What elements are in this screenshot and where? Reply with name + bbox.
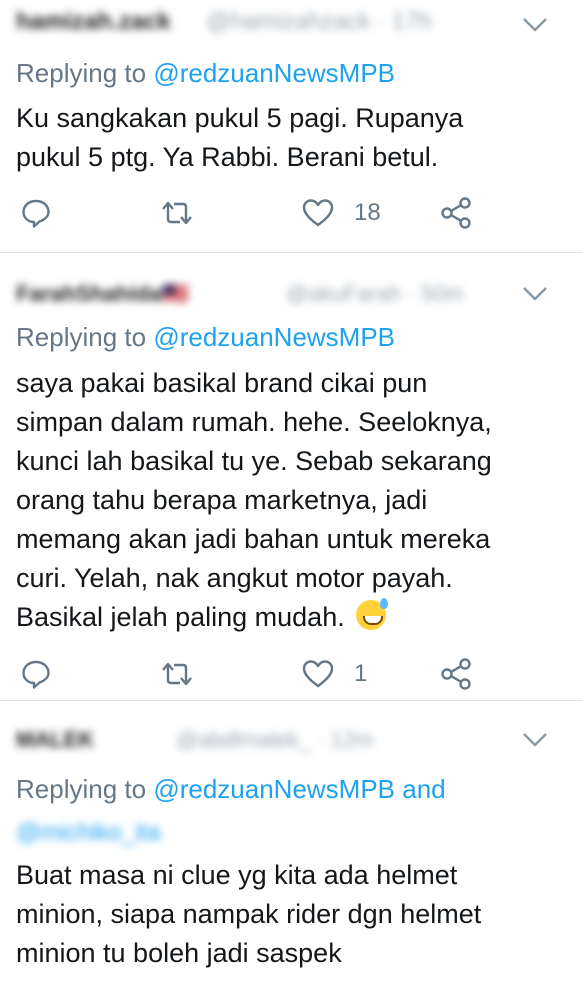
sweat-smile-emoji: [356, 598, 389, 630]
tweet-text: Ku sangkakan pukul 5 pagi. Rupanya pukul…: [16, 103, 464, 172]
like-count: 18: [354, 199, 381, 226]
tweet-3[interactable]: MALEK @abdlmalek_ · 12m Replying to @red…: [0, 701, 582, 995]
author-name[interactable]: FarahShahida🇲🇾: [16, 281, 189, 307]
retweet-icon: [162, 662, 192, 686]
like-count: 1: [354, 660, 368, 687]
replying-to: Replying to @redzuanNewsMPB and: [16, 774, 446, 804]
tweet-1[interactable]: hamizah.zack @hamizahzack · 17h Replying…: [0, 0, 582, 253]
tweet-header: MALEK @abdlmalek_ · 12m: [16, 701, 566, 752]
chevron-down-icon[interactable]: [522, 285, 548, 303]
retweet-icon: [162, 201, 192, 225]
reply-icon: [22, 660, 50, 689]
mention-link[interactable]: @redzuanNewsMPB: [153, 58, 395, 88]
share-icon: [441, 197, 471, 229]
mention-link[interactable]: @redzuanNewsMPB: [153, 322, 395, 352]
retweet-button[interactable]: [160, 654, 194, 694]
tweet-header: FarahShahida🇲🇾 @akuFarah · 50m: [16, 253, 566, 306]
author-handle: @akuFarah · 50m: [286, 281, 464, 306]
like-button[interactable]: 18: [302, 193, 381, 233]
tweet-2[interactable]: FarahShahida🇲🇾 @akuFarah · 50m Replying …: [0, 253, 582, 701]
heart-icon: [302, 660, 334, 688]
chevron-down-icon[interactable]: [522, 16, 548, 34]
chevron-down-icon[interactable]: [522, 731, 548, 749]
author-handle: @hamizahzack · 17h: [206, 8, 432, 35]
mention-link[interactable]: @redzuanNewsMPB and: [153, 774, 445, 804]
share-icon: [441, 658, 471, 690]
tweet-actions: 18: [0, 193, 582, 233]
share-button[interactable]: [440, 654, 474, 694]
tweet-text: saya pakai basikal brand cikai pun simpa…: [16, 368, 492, 632]
reply-button[interactable]: [20, 193, 52, 233]
replying-to: Replying to @redzuanNewsMPB: [16, 58, 396, 88]
tweet-header: hamizah.zack @hamizahzack · 17h: [16, 0, 566, 40]
replying-to: Replying to @redzuanNewsMPB: [16, 322, 396, 352]
reply-button[interactable]: [20, 654, 52, 694]
tweet-text: Buat masa ni clue yg kita ada helmet min…: [16, 860, 482, 968]
heart-icon: [302, 199, 334, 227]
tweet-actions: 1: [0, 654, 582, 694]
author-name[interactable]: hamizah.zack: [16, 8, 171, 36]
author-name[interactable]: MALEK: [16, 727, 94, 753]
share-button[interactable]: [440, 193, 474, 233]
reply-icon: [22, 199, 50, 228]
mention-link-secondary[interactable]: @michiko_ita: [16, 819, 160, 847]
like-button[interactable]: 1: [302, 654, 367, 694]
author-handle: @abdlmalek_ · 12m: [176, 727, 374, 752]
retweet-button[interactable]: [160, 193, 194, 233]
